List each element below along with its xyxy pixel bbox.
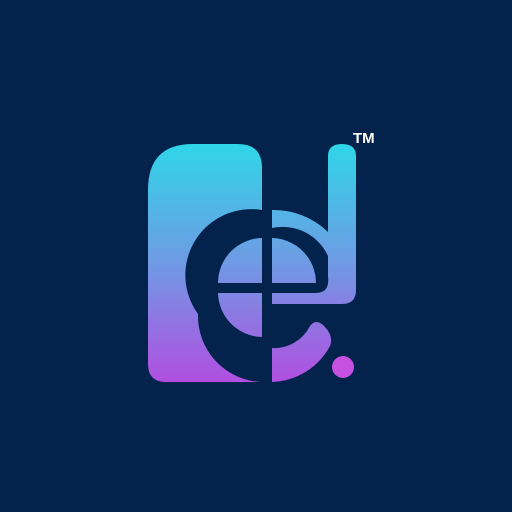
- ed-monogram-logo-icon: [148, 144, 356, 382]
- logo: TM: [0, 0, 512, 512]
- e-upper-left-shape: [217, 238, 262, 283]
- e-lower-left-shape: [218, 293, 262, 337]
- period-dot-icon: [332, 356, 354, 378]
- e-tail-shape: [272, 322, 332, 382]
- trademark-symbol: TM: [353, 130, 375, 147]
- e-upper-right-shape: [272, 238, 317, 283]
